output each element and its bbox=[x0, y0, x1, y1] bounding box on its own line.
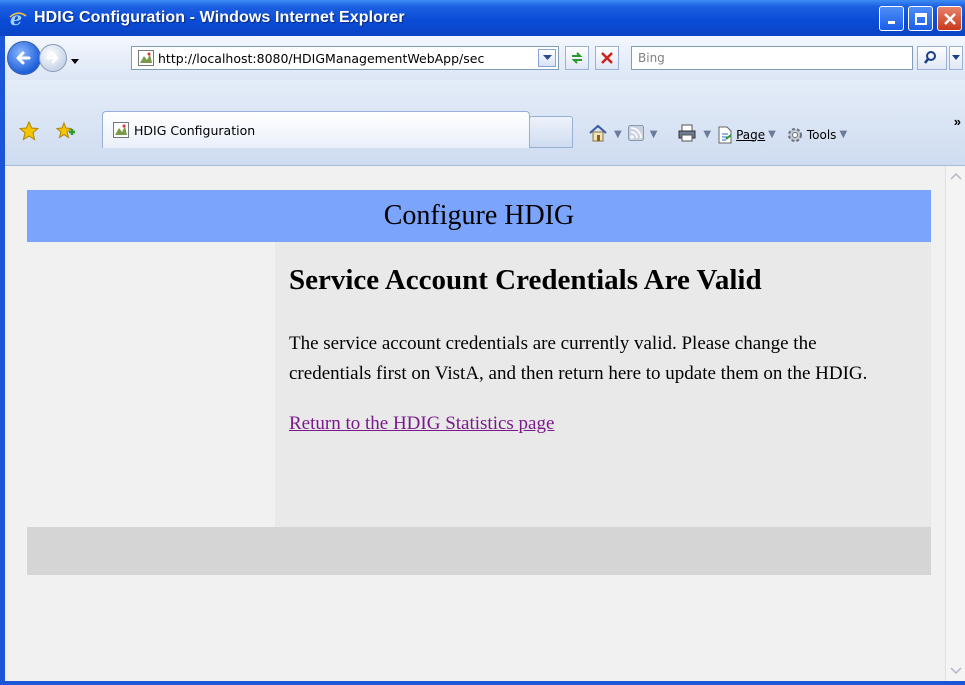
tab-hdig-configuration[interactable]: HDIG Configuration bbox=[102, 111, 530, 148]
add-to-favorites-button[interactable] bbox=[55, 121, 75, 144]
window-title-bar[interactable]: e HDIG Configuration - Windows Internet … bbox=[0, 0, 965, 36]
status-heading: Service Account Credentials Are Valid bbox=[289, 264, 762, 296]
status-message: The service account credentials are curr… bbox=[289, 333, 868, 384]
chevron-down-icon bbox=[950, 667, 962, 675]
gear-icon bbox=[787, 127, 802, 142]
close-icon bbox=[943, 12, 956, 25]
favorites-star-icon bbox=[18, 120, 40, 141]
left-navigation-column bbox=[27, 242, 275, 527]
rss-feed-icon bbox=[627, 125, 644, 141]
chevron-down-icon bbox=[952, 55, 960, 60]
favorites-button[interactable] bbox=[18, 120, 40, 144]
add-favorite-icon bbox=[55, 121, 75, 139]
stop-icon bbox=[601, 52, 613, 64]
minimize-button[interactable] bbox=[879, 6, 904, 31]
refresh-icon bbox=[571, 52, 583, 64]
maximize-button[interactable] bbox=[908, 6, 933, 31]
close-button[interactable] bbox=[937, 6, 962, 31]
feeds-button[interactable] bbox=[627, 125, 644, 144]
address-dropdown-button[interactable] bbox=[538, 49, 556, 67]
vertical-scrollbar[interactable] bbox=[945, 166, 965, 681]
recent-pages-dropdown[interactable] bbox=[70, 54, 80, 69]
command-bar: ▼ ▼ ▼ Page ▼ Tools ▼ bbox=[588, 124, 847, 145]
tab-label: HDIG Configuration bbox=[134, 122, 256, 138]
tools-menu-button[interactable]: Tools ▼ bbox=[786, 126, 847, 144]
home-dropdown[interactable]: ▼ bbox=[614, 129, 622, 140]
ie-logo-icon: e bbox=[8, 8, 28, 28]
forward-button[interactable] bbox=[39, 44, 67, 72]
page-favicon-icon bbox=[138, 50, 154, 66]
page-menu-label: Page bbox=[736, 127, 766, 142]
svg-text:e: e bbox=[10, 8, 22, 28]
tools-menu-label: Tools bbox=[806, 127, 837, 142]
home-button[interactable] bbox=[588, 124, 608, 145]
page-menu-button[interactable]: Page ▼ bbox=[717, 126, 776, 144]
search-placeholder: Bing bbox=[638, 51, 665, 65]
more-commands-chevron-icon[interactable]: » bbox=[954, 114, 961, 129]
feeds-dropdown[interactable]: ▼ bbox=[650, 129, 658, 140]
page-icon bbox=[718, 126, 732, 143]
page-content-area: Configure HDIG Service Account Credentia… bbox=[5, 166, 945, 681]
page-menu-dropdown-icon: ▼ bbox=[768, 129, 776, 140]
stop-button[interactable] bbox=[595, 46, 619, 70]
print-dropdown[interactable]: ▼ bbox=[703, 129, 711, 140]
window-frame-bottom bbox=[0, 681, 965, 685]
chevron-up-icon bbox=[950, 172, 962, 180]
search-icon bbox=[924, 51, 936, 64]
printer-icon bbox=[678, 124, 696, 142]
search-options-dropdown[interactable] bbox=[949, 46, 963, 70]
address-bar[interactable]: http://localhost:8080/HDIGManagementWebA… bbox=[131, 46, 559, 70]
scroll-down-button[interactable] bbox=[948, 663, 964, 679]
print-button[interactable] bbox=[677, 124, 697, 145]
tab-bar: HDIG Configuration ▼ ▼ ▼ Page ▼ Tools ▼ … bbox=[5, 80, 965, 166]
address-url[interactable]: http://localhost:8080/HDIGManagementWebA… bbox=[158, 51, 538, 66]
main-content-panel: Service Account Credentials Are Valid Th… bbox=[275, 242, 931, 527]
return-to-statistics-link[interactable]: Return to the HDIG Statistics page bbox=[289, 413, 554, 434]
back-arrow-icon bbox=[16, 51, 31, 65]
window-title: HDIG Configuration - Windows Internet Ex… bbox=[34, 9, 405, 26]
maximize-icon bbox=[914, 12, 927, 25]
scroll-up-button[interactable] bbox=[948, 168, 964, 184]
forward-arrow-icon bbox=[46, 52, 59, 64]
tools-menu-dropdown-icon: ▼ bbox=[839, 129, 848, 140]
page-title: Configure HDIG bbox=[383, 200, 575, 231]
page-header-band: Configure HDIG bbox=[27, 190, 931, 242]
chevron-down-icon bbox=[542, 55, 552, 60]
navigation-bar: http://localhost:8080/HDIGManagementWebA… bbox=[5, 36, 965, 80]
home-icon bbox=[589, 124, 607, 142]
new-tab-button[interactable] bbox=[529, 116, 573, 148]
search-button[interactable] bbox=[917, 46, 947, 70]
minimize-icon bbox=[887, 20, 895, 24]
chevron-down-icon bbox=[71, 59, 79, 64]
page-footer-band bbox=[27, 527, 931, 575]
page-favicon-icon bbox=[113, 122, 129, 138]
back-button[interactable] bbox=[7, 41, 41, 75]
compatibility-refresh-button[interactable] bbox=[565, 46, 589, 70]
search-input[interactable]: Bing bbox=[631, 46, 913, 70]
